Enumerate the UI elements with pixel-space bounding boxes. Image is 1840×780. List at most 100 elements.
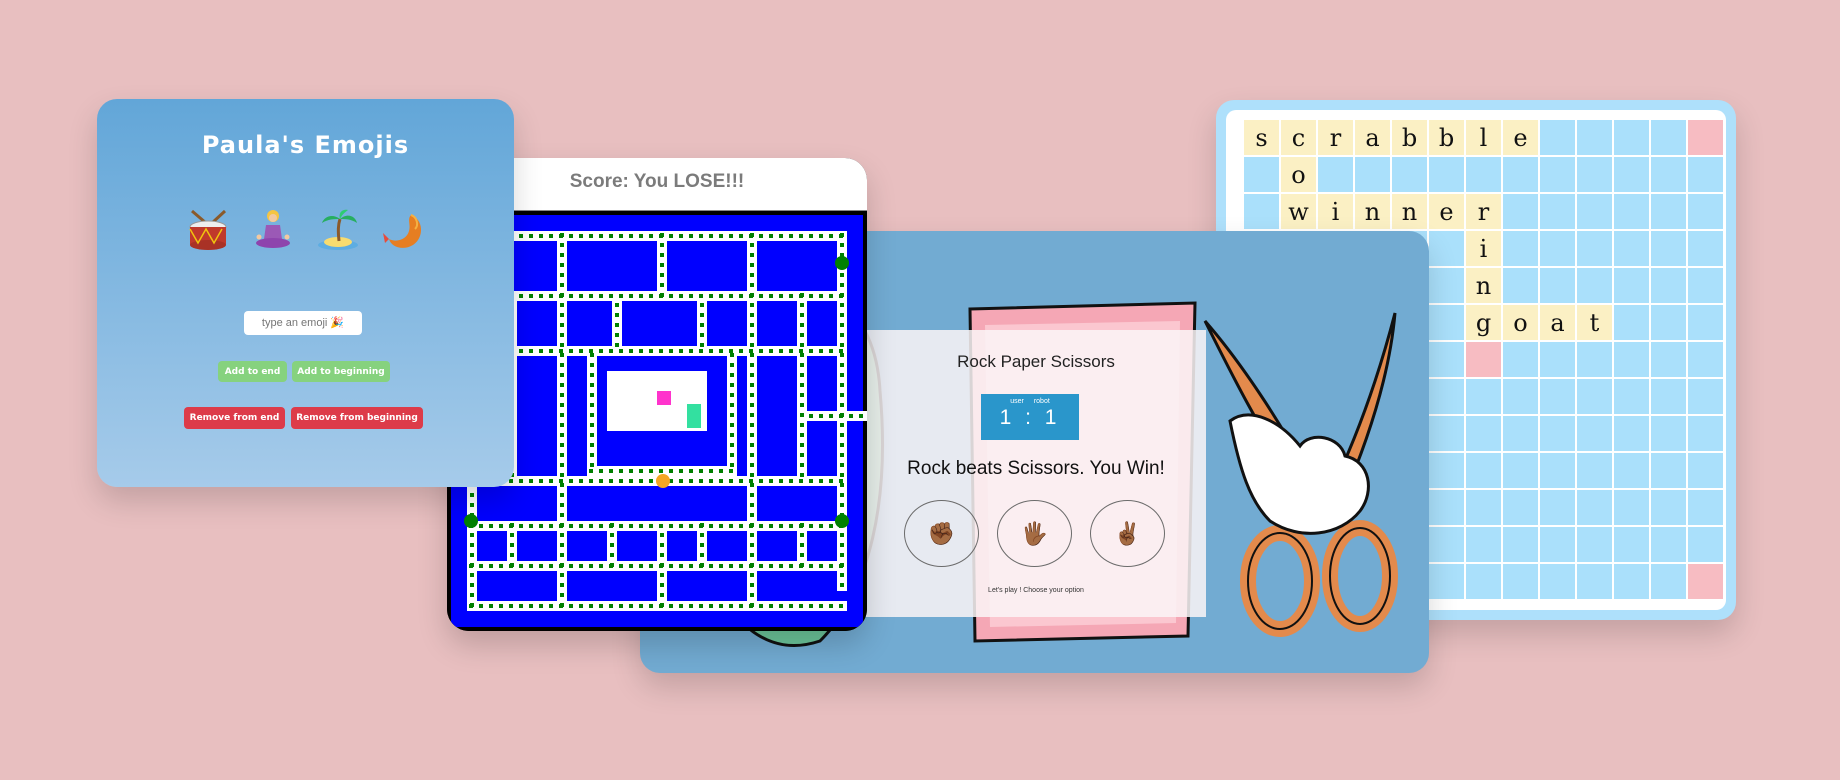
paper-button[interactable]: 🖐🏾 [997,500,1072,567]
letter-tile[interactable]: w [1281,194,1316,229]
board-square[interactable] [1429,527,1464,562]
board-square[interactable] [1577,527,1612,562]
board-square[interactable] [1540,157,1575,192]
board-square[interactable] [1577,379,1612,414]
board-square[interactable] [1466,490,1501,525]
board-square[interactable] [1614,157,1649,192]
letter-tile[interactable]: i [1466,231,1501,266]
board-square[interactable] [1429,305,1464,340]
board-square[interactable] [1429,342,1464,377]
board-square[interactable] [1651,268,1686,303]
letter-tile[interactable]: r [1318,120,1353,155]
letter-tile[interactable]: o [1503,305,1538,340]
scissors-button[interactable]: ✌🏾 [1090,500,1165,567]
board-square[interactable] [1614,268,1649,303]
board-square[interactable] [1577,342,1612,377]
board-square[interactable] [1577,490,1612,525]
board-square[interactable] [1688,453,1723,488]
board-square[interactable] [1577,231,1612,266]
board-square[interactable] [1429,564,1464,599]
board-square[interactable] [1466,157,1501,192]
board-square[interactable] [1540,527,1575,562]
board-square[interactable] [1540,120,1575,155]
board-square[interactable] [1429,453,1464,488]
board-square[interactable] [1577,564,1612,599]
letter-tile[interactable]: n [1392,194,1427,229]
board-square[interactable] [1503,527,1538,562]
board-square[interactable] [1355,157,1390,192]
emoji-input[interactable] [244,311,362,335]
board-square[interactable] [1466,453,1501,488]
board-square[interactable] [1651,231,1686,266]
board-square[interactable] [1614,379,1649,414]
board-square[interactable] [1651,305,1686,340]
board-square[interactable] [1614,490,1649,525]
letter-tile[interactable]: c [1281,120,1316,155]
board-square[interactable] [1540,342,1575,377]
board-square[interactable] [1540,490,1575,525]
letter-tile[interactable]: a [1540,305,1575,340]
board-square[interactable] [1540,268,1575,303]
board-square[interactable] [1614,120,1649,155]
letter-tile[interactable]: t [1577,305,1612,340]
bonus-square[interactable] [1688,564,1723,599]
board-square[interactable] [1540,231,1575,266]
board-square[interactable] [1392,157,1427,192]
board-square[interactable] [1466,564,1501,599]
board-square[interactable] [1429,490,1464,525]
board-square[interactable] [1577,120,1612,155]
board-square[interactable] [1466,527,1501,562]
board-square[interactable] [1651,564,1686,599]
board-square[interactable] [1577,194,1612,229]
board-square[interactable] [1503,564,1538,599]
board-square[interactable] [1688,527,1723,562]
board-square[interactable] [1651,157,1686,192]
board-square[interactable] [1503,157,1538,192]
board-square[interactable] [1429,268,1464,303]
letter-tile[interactable]: r [1466,194,1501,229]
board-square[interactable] [1688,342,1723,377]
board-square[interactable] [1429,157,1464,192]
board-square[interactable] [1503,379,1538,414]
letter-tile[interactable]: n [1355,194,1390,229]
letter-tile[interactable]: e [1429,194,1464,229]
board-square[interactable] [1614,453,1649,488]
board-square[interactable] [1503,490,1538,525]
board-square[interactable] [1429,416,1464,451]
board-square[interactable] [1503,342,1538,377]
letter-tile[interactable]: o [1281,157,1316,192]
board-square[interactable] [1614,416,1649,451]
board-square[interactable] [1540,379,1575,414]
board-square[interactable] [1688,379,1723,414]
board-square[interactable] [1318,157,1353,192]
board-square[interactable] [1466,379,1501,414]
board-square[interactable] [1577,268,1612,303]
board-square[interactable] [1688,194,1723,229]
board-square[interactable] [1651,379,1686,414]
letter-tile[interactable]: b [1392,120,1427,155]
board-square[interactable] [1577,416,1612,451]
add-to-beginning-button[interactable]: Add to beginning [292,361,390,382]
add-to-end-button[interactable]: Add to end [218,361,287,382]
rock-button[interactable]: ✊🏾 [904,500,979,567]
board-square[interactable] [1466,416,1501,451]
board-square[interactable] [1429,231,1464,266]
board-square[interactable] [1688,268,1723,303]
board-square[interactable] [1540,194,1575,229]
board-square[interactable] [1688,305,1723,340]
board-square[interactable] [1244,194,1279,229]
board-square[interactable] [1651,120,1686,155]
letter-tile[interactable]: l [1466,120,1501,155]
board-square[interactable] [1651,416,1686,451]
letter-tile[interactable]: b [1429,120,1464,155]
board-square[interactable] [1614,231,1649,266]
remove-from-beginning-button[interactable]: Remove from beginning [291,407,423,429]
board-square[interactable] [1503,453,1538,488]
letter-tile[interactable]: a [1355,120,1390,155]
board-square[interactable] [1651,453,1686,488]
board-square[interactable] [1244,157,1279,192]
board-square[interactable] [1503,194,1538,229]
letter-tile[interactable]: s [1244,120,1279,155]
board-square[interactable] [1651,342,1686,377]
board-square[interactable] [1540,453,1575,488]
